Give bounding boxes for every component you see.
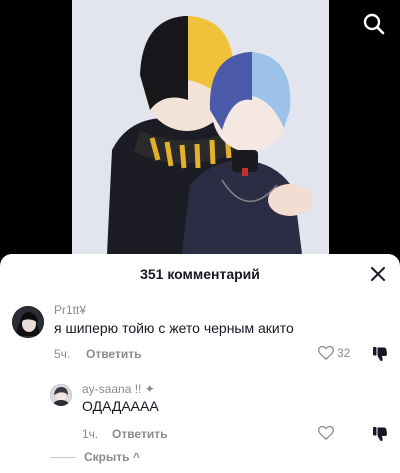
hide-replies-button[interactable]: Скрыть ^ <box>84 450 140 464</box>
comments-header: 351 комментарий <box>0 254 400 294</box>
divider <box>50 456 76 458</box>
close-icon[interactable] <box>370 266 386 282</box>
like-button[interactable] <box>318 425 334 440</box>
anime-illustration <box>72 0 329 254</box>
comments-count-title: 351 комментарий <box>140 266 260 282</box>
like-button[interactable]: 32 <box>318 345 350 360</box>
comment-timestamp: 5ч. <box>54 347 71 361</box>
video-area[interactable] <box>0 0 400 254</box>
heart-icon <box>318 345 334 360</box>
heart-icon <box>318 425 334 440</box>
search-icon[interactable] <box>362 12 386 36</box>
dislike-icon[interactable] <box>372 426 388 442</box>
reply-button[interactable]: Ответить <box>86 347 141 361</box>
hide-replies-row[interactable]: Скрыть ^ <box>50 450 140 464</box>
reply-button[interactable]: Ответить <box>112 427 167 441</box>
video-artwork <box>72 0 329 254</box>
comment-item: Pr1tt¥ я шиперю тойю с жето черным акито… <box>0 294 400 366</box>
reply-item: ay-saana !! ✦ ОДАДАААА 1ч. Ответить <box>0 376 400 446</box>
reply-timestamp: 1ч. <box>82 427 99 441</box>
reply-username[interactable]: ay-saana !! ✦ <box>82 382 155 396</box>
dislike-icon[interactable] <box>372 346 388 362</box>
reply-text: ОДАДАААА <box>82 398 159 414</box>
comment-text: я шиперю тойю с жето черным акито <box>54 320 294 336</box>
comment-username[interactable]: Pr1tt¥ <box>54 303 86 317</box>
avatar[interactable] <box>12 306 44 338</box>
comments-sheet: 351 комментарий Pr1tt¥ я шиперю тойю с ж… <box>0 254 400 473</box>
avatar[interactable] <box>50 384 72 406</box>
like-count: 32 <box>337 345 351 360</box>
